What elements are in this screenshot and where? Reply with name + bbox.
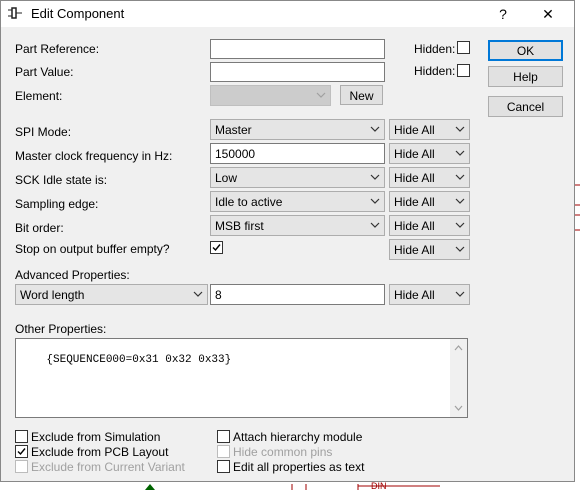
chevron-down-icon [455,246,465,252]
sck-idle-visibility-select[interactable]: Hide All [389,167,470,188]
bit-order-visibility-value: Hide All [394,219,435,233]
exclude-variant-checkbox [15,460,28,473]
element-label: Element: [15,89,63,103]
chevron-down-icon [455,150,465,156]
component-icon [8,7,22,19]
title-bar[interactable]: Edit Component ? ✕ [1,1,574,27]
advanced-property-select[interactable]: Word length [15,284,208,305]
help-title-button[interactable]: ? [481,1,525,27]
spi-mode-visibility-select[interactable]: Hide All [389,119,470,140]
part-reference-label: Part Reference: [15,42,100,56]
chevron-down-icon [193,291,203,297]
edit-component-dialog: Edit Component ? ✕ Part Reference: Hidde… [0,0,575,482]
bit-order-visibility-select[interactable]: Hide All [389,215,470,236]
bit-order-select[interactable]: MSB first [210,215,385,236]
part-value-hidden-label: Hidden: [414,64,456,78]
spi-mode-select[interactable]: Master [210,119,385,140]
spi-mode-value: Master [215,123,252,137]
cancel-button[interactable]: Cancel [488,96,563,117]
sampling-edge-value: Idle to active [215,195,283,209]
part-reference-hidden-checkbox[interactable] [457,41,470,54]
part-value-hidden-checkbox[interactable] [457,64,470,77]
advanced-visibility-value: Hide All [394,288,435,302]
sampling-edge-select[interactable]: Idle to active [210,191,385,212]
master-clock-input[interactable]: 150000 [210,143,385,164]
hide-common-pins-label: Hide common pins [233,445,333,459]
element-select [210,85,331,106]
master-clock-visibility-select[interactable]: Hide All [389,143,470,164]
bit-order-label: Bit order: [15,221,64,235]
stop-on-empty-label: Stop on output buffer empty? [15,242,170,256]
other-properties-text: {SEQUENCE000=0x31 0x32 0x33} [46,354,232,366]
stop-on-empty-visibility-value: Hide All [394,243,435,257]
part-value-label: Part Value: [15,65,74,79]
chevron-down-icon [316,92,326,98]
spi-mode-visibility-value: Hide All [394,123,435,137]
chevron-down-icon [455,198,465,204]
sck-idle-visibility-value: Hide All [394,171,435,185]
sck-idle-value: Low [215,171,238,185]
ok-button[interactable]: OK [488,40,563,61]
other-properties-textarea[interactable]: {SEQUENCE000=0x31 0x32 0x33} [15,338,468,418]
exclude-variant-label: Exclude from Current Variant [31,460,185,474]
stop-on-empty-visibility-select[interactable]: Hide All [389,239,470,260]
exclude-pcb-label: Exclude from PCB Layout [31,445,169,459]
stop-on-empty-checkbox[interactable] [210,241,223,254]
window-title: Edit Component [31,6,125,21]
master-clock-label: Master clock frequency in Hz: [15,149,173,163]
part-value-input[interactable] [210,62,385,82]
sck-idle-select[interactable]: Low [210,167,385,188]
chevron-down-icon [370,174,380,180]
scroll-up-icon[interactable] [454,345,463,351]
check-icon [212,244,221,252]
advanced-property-input[interactable]: 8 [210,284,385,305]
schematic-pin-label: DIN [371,481,387,490]
part-reference-hidden-label: Hidden: [414,42,456,56]
exclude-simulation-checkbox[interactable] [15,430,28,443]
chevron-down-icon [455,291,465,297]
attach-hierarchy-checkbox[interactable] [217,430,230,443]
exclude-pcb-checkbox[interactable] [15,445,28,458]
close-icon[interactable]: ✕ [526,1,570,27]
check-icon [17,448,26,456]
sampling-edge-visibility-value: Hide All [394,195,435,209]
bit-order-value: MSB first [215,219,264,233]
scroll-down-icon[interactable] [454,405,463,411]
part-reference-input[interactable] [210,39,385,59]
edit-as-text-checkbox[interactable] [217,460,230,473]
sampling-edge-label: Sampling edge: [15,197,99,211]
spi-mode-label: SPI Mode: [15,125,72,139]
help-button[interactable]: Help [488,66,563,87]
other-properties-label: Other Properties: [15,322,107,336]
new-element-button[interactable]: New [340,85,383,105]
advanced-properties-label: Advanced Properties: [15,268,130,282]
advanced-property-value: Word length [20,288,85,302]
chevron-down-icon [370,198,380,204]
attach-hierarchy-label: Attach hierarchy module [233,430,363,444]
edit-as-text-label: Edit all properties as text [233,460,365,474]
sampling-edge-visibility-select[interactable]: Hide All [389,191,470,212]
sck-idle-label: SCK Idle state is: [15,173,108,187]
chevron-down-icon [455,126,465,132]
hide-common-pins-checkbox [217,445,230,458]
chevron-down-icon [370,126,380,132]
master-clock-visibility-value: Hide All [394,147,435,161]
exclude-simulation-label: Exclude from Simulation [31,430,161,444]
other-properties-scrollbar[interactable] [450,339,467,417]
advanced-visibility-select[interactable]: Hide All [389,284,470,305]
chevron-down-icon [455,222,465,228]
chevron-down-icon [370,222,380,228]
chevron-down-icon [455,174,465,180]
